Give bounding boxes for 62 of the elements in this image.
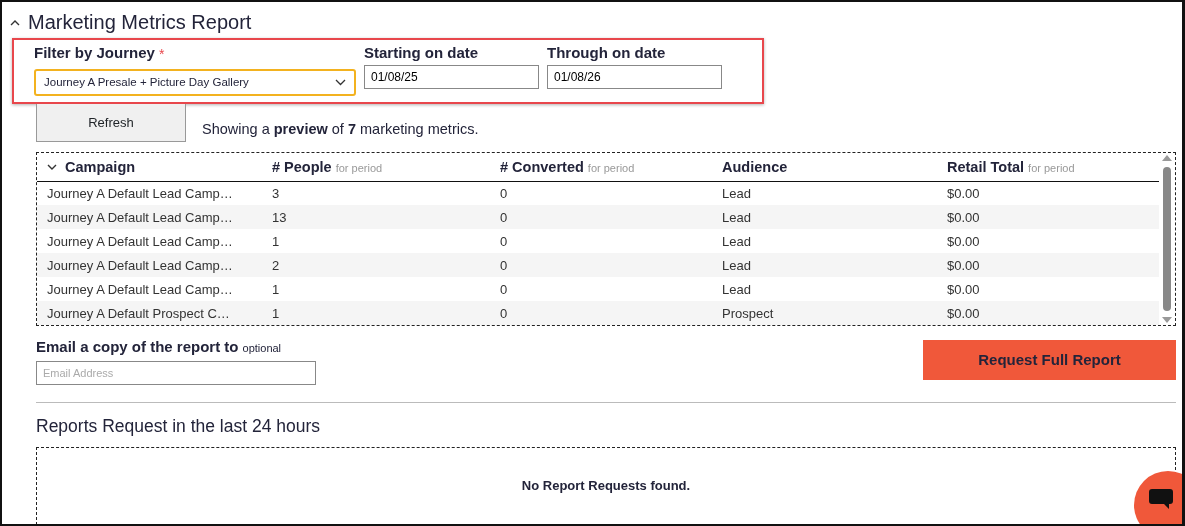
table-cell: Journey A Default Lead Camp… bbox=[37, 181, 262, 206]
select-value: Journey A Presale + Picture Day Gallery bbox=[44, 74, 249, 90]
column-note: for period bbox=[1028, 162, 1075, 174]
field-label: Starting on date bbox=[364, 44, 480, 61]
table-cell: Journey A Default Lead Camp… bbox=[37, 205, 262, 230]
empty-message: No Report Requests found. bbox=[521, 477, 691, 496]
scrollbar-thumb[interactable] bbox=[1163, 167, 1171, 312]
chevron-down-icon bbox=[335, 79, 346, 86]
table-cell: 13 bbox=[262, 205, 490, 230]
field-label: Through on date bbox=[547, 44, 667, 61]
field-label: Filter by Journey bbox=[34, 44, 155, 63]
section-heading: Reports Request in the last 24 hours bbox=[36, 414, 322, 438]
table-cell: $0.00 bbox=[937, 181, 1159, 206]
column-header: Audience bbox=[712, 153, 937, 182]
table-cell: Lead bbox=[712, 205, 937, 230]
date-field[interactable]: 01/08/25 bbox=[364, 65, 539, 89]
table-cell: Prospect bbox=[712, 301, 937, 326]
date-field[interactable]: 01/08/26 bbox=[547, 65, 722, 89]
table-cell: $0.00 bbox=[937, 301, 1159, 326]
table-cell: Lead bbox=[712, 277, 937, 302]
column-title: Campaign bbox=[65, 158, 136, 177]
table-cell: $0.00 bbox=[937, 277, 1159, 302]
table-cell: Journey A Default Prospect C… bbox=[37, 301, 262, 326]
optional-note: optional bbox=[242, 341, 282, 357]
table-cell: $0.00 bbox=[937, 253, 1159, 278]
column-title: # People bbox=[272, 159, 332, 175]
table-cell: 0 bbox=[490, 229, 712, 254]
column-note: for period bbox=[587, 162, 635, 174]
table-cell: $0.00 bbox=[937, 205, 1159, 230]
table-cell: 0 bbox=[490, 277, 712, 302]
table-cell: 1 bbox=[262, 229, 490, 254]
table-cell: Lead bbox=[712, 181, 937, 206]
table-cell: 0 bbox=[490, 181, 712, 206]
table-cell: $0.00 bbox=[937, 229, 1159, 254]
scroll-up-icon[interactable] bbox=[1162, 155, 1172, 161]
table-cell: Journey A Default Lead Camp… bbox=[37, 229, 262, 254]
table-cell: 1 bbox=[262, 277, 490, 302]
required-mark: * bbox=[158, 45, 165, 64]
column-title: # Converted bbox=[500, 159, 584, 175]
table-cell: 0 bbox=[490, 301, 712, 326]
table-cell: Lead bbox=[712, 253, 937, 278]
chevron-down-icon[interactable] bbox=[47, 164, 57, 172]
table-cell: 0 bbox=[490, 205, 712, 230]
table-cell: 2 bbox=[262, 253, 490, 278]
column-title: Retail Total bbox=[947, 159, 1025, 175]
table-cell: Journey A Default Lead Camp… bbox=[37, 277, 262, 302]
table-cell: Lead bbox=[712, 229, 937, 254]
email-field[interactable]: Email Address bbox=[36, 360, 316, 385]
journey-select[interactable]: Journey A Presale + Picture Day Gallery bbox=[34, 69, 356, 96]
collapse-caret-icon[interactable] bbox=[10, 18, 20, 26]
table-cell: 1 bbox=[262, 301, 490, 326]
chat-bubble-icon bbox=[1148, 487, 1174, 510]
preview-text: Showing a preview of 7 marketing metrics. bbox=[202, 120, 479, 140]
scroll-down-icon[interactable] bbox=[1162, 317, 1172, 324]
table-cell: 0 bbox=[490, 253, 712, 278]
table-cell: 3 bbox=[262, 181, 490, 206]
field-label: Email a copy of the report to bbox=[36, 338, 239, 356]
table-cell: Journey A Default Lead Camp… bbox=[37, 253, 262, 278]
refresh-button[interactable]: Refresh bbox=[36, 104, 186, 142]
column-note: for period bbox=[335, 162, 383, 174]
report-title: Marketing Metrics Report bbox=[28, 10, 252, 34]
request-report-button[interactable]: Request Full Report bbox=[923, 340, 1176, 381]
